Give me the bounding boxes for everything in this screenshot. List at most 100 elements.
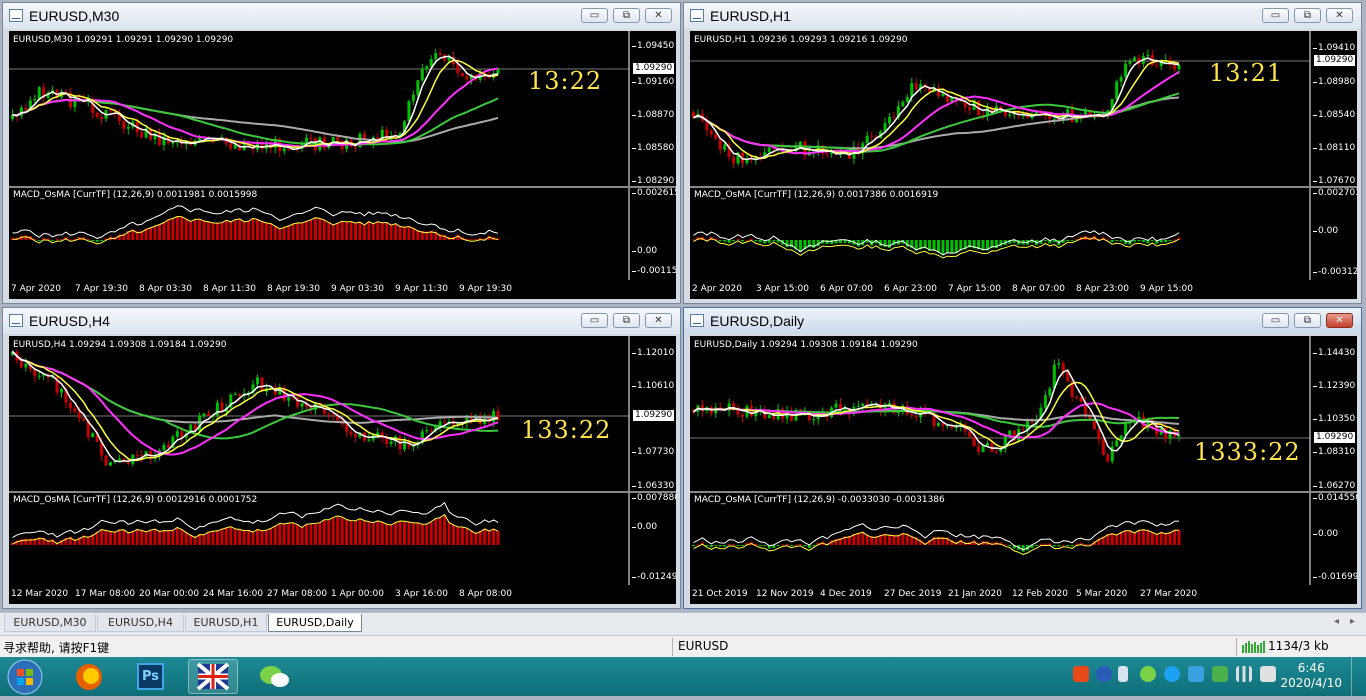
price-pane[interactable] bbox=[9, 336, 676, 492]
macd-pane[interactable] bbox=[690, 493, 1357, 585]
candle bbox=[1008, 430, 1012, 436]
macd-histogram-bar bbox=[198, 219, 202, 240]
candle bbox=[914, 83, 918, 90]
candle bbox=[1075, 397, 1079, 399]
chart-area[interactable]: EURUSD,M30 1.09291 1.09291 1.09290 1.092… bbox=[9, 31, 676, 299]
restore-button[interactable]: ⧉ bbox=[1294, 8, 1321, 23]
chart-window-m30[interactable]: EURUSD,M30 ▭ ⧉ ✕ EURUSD,M30 1.09291 1.09… bbox=[2, 2, 681, 304]
tab-eurusd-daily[interactable]: EURUSD,Daily bbox=[268, 614, 362, 632]
macd-histogram-bar bbox=[1177, 529, 1181, 545]
tab-eurusd-m30[interactable]: EURUSD,M30 bbox=[4, 614, 96, 632]
chart-area[interactable]: EURUSD,Daily 1.09294 1.09308 1.09184 1.0… bbox=[690, 336, 1357, 604]
indicator-label: MACD_OsMA [CurrTF] (12,26,9) 0.0011981 0… bbox=[13, 190, 258, 200]
minimize-button[interactable]: ▭ bbox=[581, 8, 608, 23]
candle bbox=[100, 117, 104, 119]
macd-histogram-bar bbox=[1039, 543, 1043, 545]
taskbar-clock[interactable]: 6:46 2020/4/10 bbox=[1280, 661, 1342, 691]
y-tick-label: 1.09160 bbox=[631, 77, 675, 87]
restore-button[interactable]: ⧉ bbox=[1294, 313, 1321, 328]
start-button[interactable] bbox=[6, 658, 44, 696]
macd-pane[interactable] bbox=[690, 188, 1357, 280]
taskbar-wechat[interactable] bbox=[250, 659, 300, 694]
close-button[interactable]: ✕ bbox=[1326, 313, 1353, 328]
y-tick-label: 1.09410 bbox=[1312, 43, 1356, 53]
candle bbox=[865, 135, 869, 144]
wechat-tray-icon[interactable] bbox=[1140, 666, 1156, 682]
signal-icon[interactable] bbox=[1236, 666, 1252, 682]
x-tick-label: 6 Apr 07:00 bbox=[820, 284, 873, 294]
chart-window-daily[interactable]: EURUSD,Daily ▭ ⧉ ✕ EURUSD,Daily 1.09294 … bbox=[683, 307, 1362, 609]
close-button[interactable]: ✕ bbox=[1326, 8, 1353, 23]
qq-icon[interactable] bbox=[1164, 666, 1180, 682]
taskbar-metatrader[interactable] bbox=[188, 659, 238, 694]
macd-histogram-bar bbox=[1168, 532, 1172, 545]
candle bbox=[33, 99, 37, 101]
volume-muted-icon[interactable] bbox=[1260, 666, 1276, 682]
status-divider bbox=[672, 638, 673, 656]
tab-scroll-left-icon[interactable]: ◂ bbox=[1334, 616, 1339, 627]
chart-window-h1[interactable]: EURUSD,H1 ▭ ⧉ ✕ EURUSD,H1 1.09236 1.0929… bbox=[683, 2, 1362, 304]
macd-pane[interactable] bbox=[9, 188, 676, 280]
candle-timer: 133:22 bbox=[521, 416, 612, 444]
minimize-button[interactable]: ▭ bbox=[581, 313, 608, 328]
chart-area[interactable]: EURUSD,H1 1.09236 1.09293 1.09216 1.0929… bbox=[690, 31, 1357, 299]
taskbar-firefox[interactable] bbox=[64, 659, 114, 694]
window-titlebar[interactable]: EURUSD,M30 ▭ ⧉ ✕ bbox=[3, 3, 680, 29]
close-button[interactable]: ✕ bbox=[645, 8, 672, 23]
macd-histogram-bar bbox=[1150, 531, 1154, 545]
close-button[interactable]: ✕ bbox=[645, 313, 672, 328]
macd-histogram-bar bbox=[300, 222, 304, 240]
macd-histogram-bar bbox=[180, 529, 184, 545]
sogou-icon[interactable] bbox=[1073, 666, 1089, 682]
ohlc-label: EURUSD,Daily 1.09294 1.09308 1.09184 1.0… bbox=[694, 340, 918, 350]
macd-histogram-bar bbox=[1115, 240, 1119, 242]
candle bbox=[73, 97, 77, 107]
chart-window-icon bbox=[9, 9, 23, 22]
macd-histogram-bar bbox=[749, 238, 753, 240]
network-icon[interactable] bbox=[1118, 666, 1128, 682]
taskbar-photoshop[interactable]: Ps bbox=[126, 659, 176, 694]
macd-histogram-bar bbox=[420, 524, 424, 545]
macd-histogram-bar bbox=[1084, 543, 1087, 545]
x-tick-label: 20 Mar 00:00 bbox=[139, 589, 200, 599]
checkmark-icon[interactable] bbox=[1212, 666, 1228, 682]
window-titlebar[interactable]: EURUSD,Daily ▭ ⧉ ✕ bbox=[684, 308, 1361, 334]
candle bbox=[910, 414, 914, 416]
macd-histogram-bar bbox=[389, 524, 393, 545]
x-tick-label: 6 Apr 23:00 bbox=[884, 284, 937, 294]
tab-scroll-right-icon[interactable]: ▸ bbox=[1350, 616, 1355, 627]
candle bbox=[767, 147, 771, 153]
candle bbox=[1092, 116, 1096, 118]
price-pane[interactable] bbox=[690, 31, 1357, 187]
clock-date: 2020/4/10 bbox=[1280, 676, 1342, 690]
restore-button[interactable]: ⧉ bbox=[613, 313, 640, 328]
minimize-button[interactable]: ▭ bbox=[1262, 313, 1289, 328]
chart-window-h4[interactable]: EURUSD,H4 ▭ ⧉ ✕ EURUSD,H4 1.09294 1.0930… bbox=[2, 307, 681, 609]
macd-histogram-bar bbox=[242, 530, 246, 545]
macd-histogram-bar bbox=[385, 524, 389, 545]
price-pane[interactable] bbox=[9, 31, 676, 187]
help-icon[interactable] bbox=[1096, 666, 1112, 682]
price-pane[interactable] bbox=[690, 336, 1357, 492]
security-shield-icon[interactable] bbox=[1188, 666, 1204, 682]
clock-time: 6:46 bbox=[1297, 661, 1325, 675]
chart-area[interactable]: EURUSD,H4 1.09294 1.09308 1.09184 1.0929… bbox=[9, 336, 676, 604]
tab-eurusd-h4[interactable]: EURUSD,H4 bbox=[97, 614, 184, 632]
macd-histogram-bar bbox=[883, 533, 887, 545]
macd-pane[interactable] bbox=[9, 493, 676, 585]
window-title: EURUSD,H1 bbox=[710, 8, 791, 24]
indicator-label: MACD_OsMA [CurrTF] (12,26,9) 0.0012916 0… bbox=[13, 495, 258, 505]
macd-histogram-bar bbox=[264, 222, 268, 240]
candle bbox=[73, 408, 77, 412]
macd-histogram-bar bbox=[380, 222, 384, 240]
macd-histogram-bar bbox=[331, 224, 335, 240]
window-titlebar[interactable]: EURUSD,H4 ▭ ⧉ ✕ bbox=[3, 308, 680, 334]
macd-histogram-bar bbox=[1164, 532, 1168, 545]
window-titlebar[interactable]: EURUSD,H1 ▭ ⧉ ✕ bbox=[684, 3, 1361, 29]
show-desktop-button[interactable] bbox=[1351, 657, 1366, 696]
macd-histogram-bar bbox=[1070, 545, 1074, 547]
macd-histogram-bar bbox=[741, 545, 744, 546]
minimize-button[interactable]: ▭ bbox=[1262, 8, 1289, 23]
tab-eurusd-h1[interactable]: EURUSD,H1 bbox=[185, 614, 267, 632]
restore-button[interactable]: ⧉ bbox=[613, 8, 640, 23]
